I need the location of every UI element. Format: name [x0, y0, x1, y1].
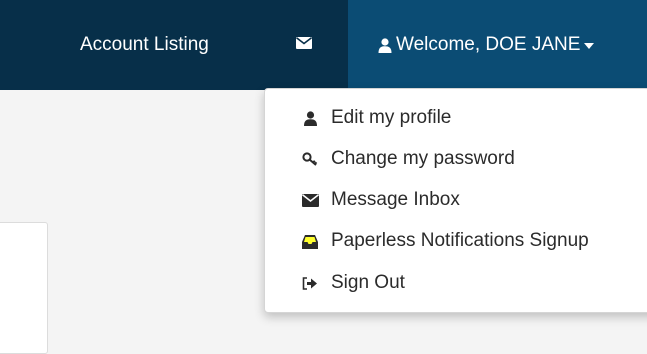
user-menu-toggle[interactable]: Welcome, DOE JANE — [348, 0, 647, 90]
inbox-icon — [301, 232, 319, 250]
account-listing-link[interactable]: Account Listing — [80, 33, 209, 57]
menu-item-label: Sign Out — [331, 272, 405, 293]
envelope-icon — [301, 191, 319, 209]
menu-item-label: Message Inbox — [331, 189, 460, 210]
user-icon — [378, 37, 392, 53]
menu-item-label: Edit my profile — [331, 107, 452, 128]
envelope-icon — [296, 36, 312, 54]
menu-item-edit-profile[interactable]: Edit my profile — [301, 105, 451, 131]
menu-item-message-inbox[interactable]: Message Inbox — [301, 187, 460, 213]
menu-item-label: Paperless Notifications Signup — [331, 230, 589, 251]
messages-button[interactable] — [286, 33, 322, 57]
chevron-down-icon — [584, 43, 595, 49]
welcome-label: Welcome, DOE JANE — [396, 34, 581, 55]
content-panel — [0, 222, 48, 354]
user-dropdown-menu: Edit my profile Change my password Messa… — [264, 88, 647, 313]
menu-item-label: Change my password — [331, 148, 515, 169]
user-icon — [301, 109, 319, 127]
menu-item-paperless-signup[interactable]: Paperless Notifications Signup — [301, 228, 589, 254]
sign-out-icon — [301, 274, 319, 292]
menu-item-change-password[interactable]: Change my password — [301, 146, 515, 172]
key-icon — [301, 150, 319, 168]
top-navbar: Account Listing Welcome, DOE JANE — [0, 0, 647, 90]
menu-item-sign-out[interactable]: Sign Out — [301, 270, 405, 296]
